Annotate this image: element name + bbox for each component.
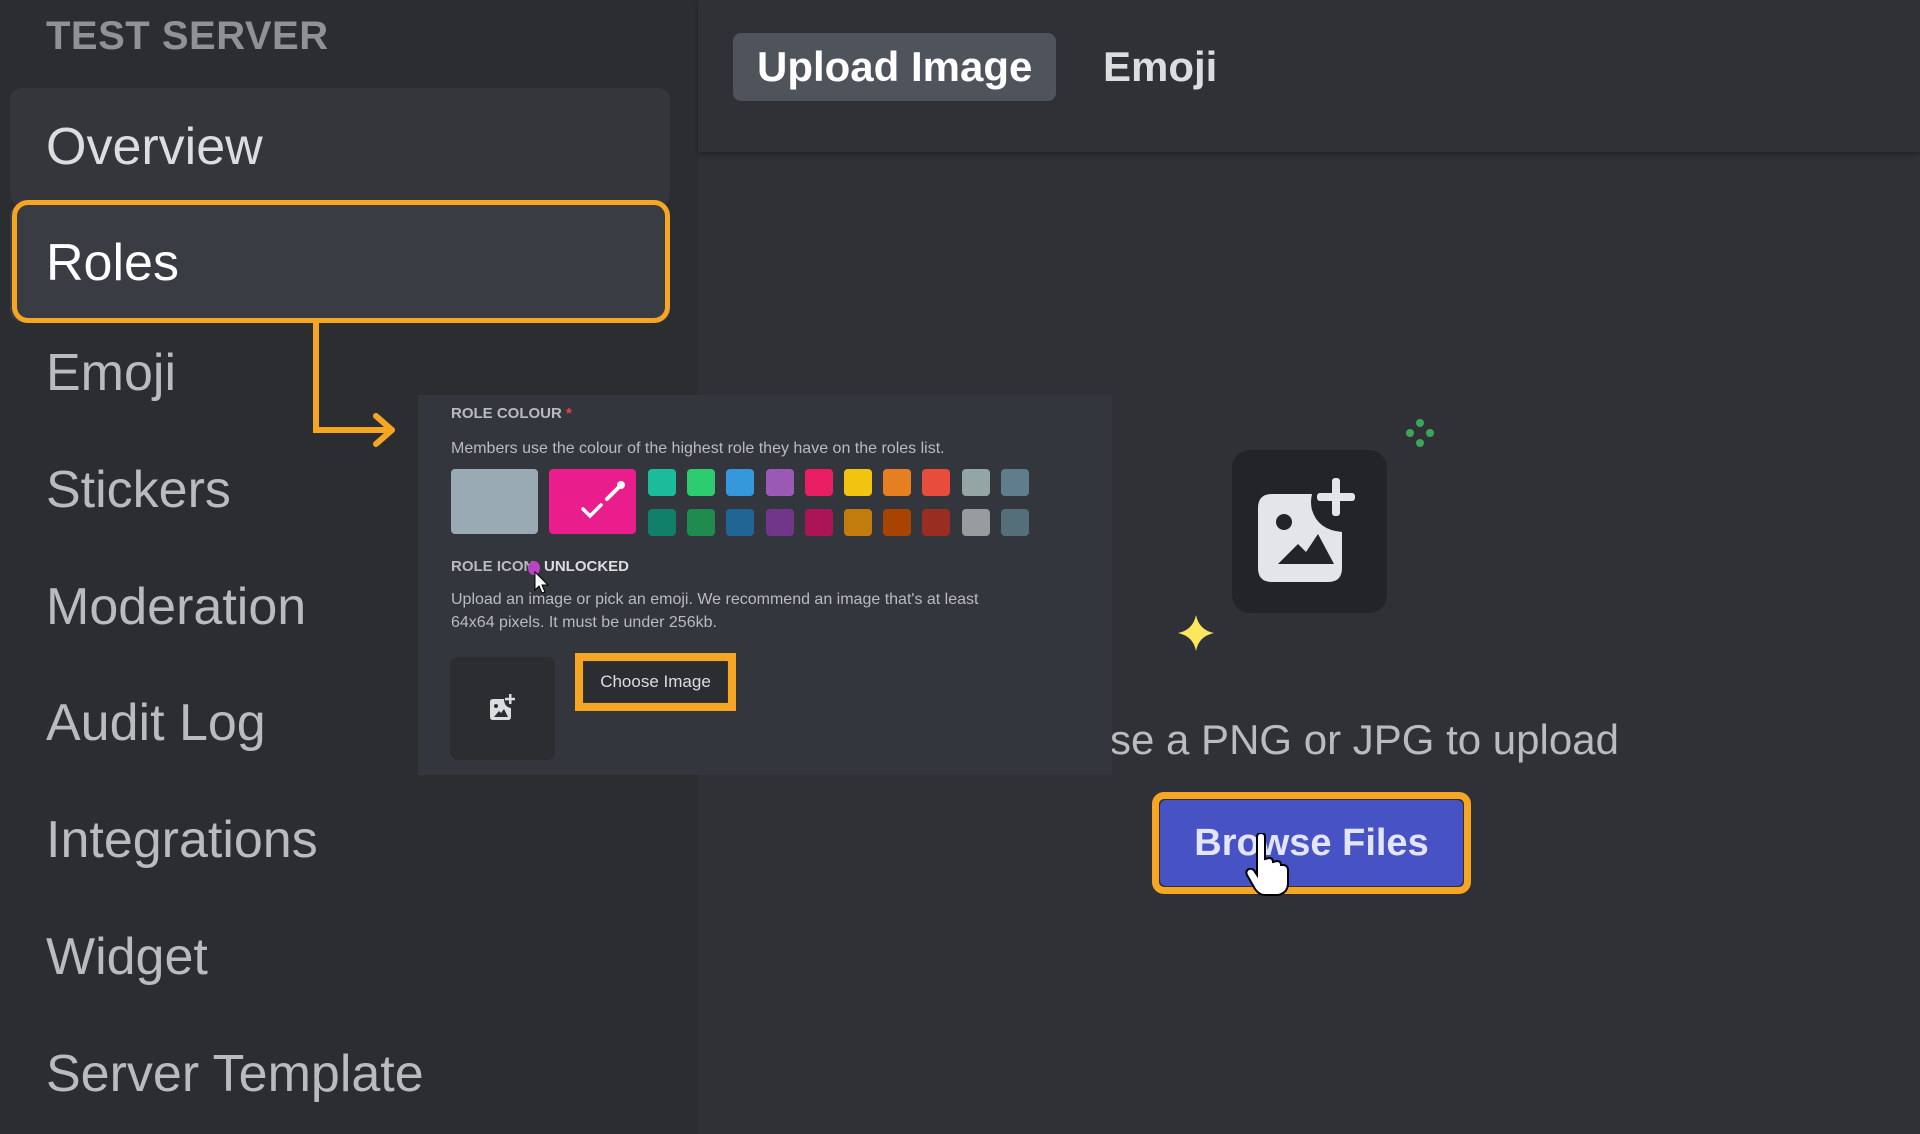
role-icon-description-line1: Upload an image or pick an emoji. We rec… [451, 591, 979, 608]
choose-image-button[interactable]: Choose Image [584, 662, 727, 702]
colour-swatch[interactable] [765, 469, 794, 496]
colour-swatch[interactable] [883, 509, 912, 536]
colour-swatch[interactable] [765, 509, 794, 536]
colour-swatch[interactable] [726, 509, 755, 536]
sidebar-item-server-template[interactable]: Server Template [10, 1015, 670, 1133]
colour-swatch[interactable] [922, 469, 951, 496]
custom-colour-swatch[interactable] [549, 469, 636, 534]
green-sparkle-icon [1406, 419, 1434, 447]
role-icon-description-line2: 64x64 pixels. It must be under 256kb. [451, 614, 717, 631]
upload-image-placeholder[interactable] [1232, 450, 1387, 613]
tab-upload-image[interactable]: Upload Image [733, 33, 1057, 101]
role-colour-description: Members use the colour of the highest ro… [451, 440, 945, 457]
colour-swatch[interactable] [804, 509, 833, 536]
sidebar-item-overview[interactable]: Overview [10, 88, 670, 206]
colour-swatch[interactable] [883, 469, 912, 496]
tab-bar: Upload Image Emoji [698, 0, 1920, 152]
role-settings-inset: ROLE COLOUR * Members use the colour of … [418, 395, 1112, 775]
checkmark-eyedropper-icon [581, 481, 625, 519]
colour-swatch[interactable] [1000, 469, 1029, 496]
colour-swatch[interactable] [961, 469, 990, 496]
colour-swatch[interactable] [726, 469, 755, 496]
image-add-icon [1258, 478, 1355, 582]
unlocked-badge: UNLOCKED [544, 558, 629, 575]
default-colour-swatch[interactable] [451, 469, 538, 534]
colour-swatch[interactable] [687, 509, 716, 536]
required-mark: * [566, 405, 572, 422]
role-colour-label: ROLE COLOUR * [451, 405, 572, 422]
colour-swatch[interactable] [961, 509, 990, 536]
colour-swatch[interactable] [648, 469, 676, 496]
colour-swatch[interactable] [804, 469, 833, 496]
role-icon-label: ROLE ICON [451, 558, 535, 575]
colour-swatch[interactable] [687, 469, 716, 496]
browse-files-button[interactable]: Browse Files [1160, 800, 1463, 886]
sidebar-item-roles[interactable]: Roles [10, 204, 670, 322]
server-name-header: TEST SERVER [46, 14, 329, 58]
colour-swatch[interactable] [844, 509, 872, 536]
hand-cursor-icon [1245, 833, 1289, 896]
colour-swatch[interactable] [844, 469, 872, 496]
sidebar-item-integrations[interactable]: Integrations [10, 781, 670, 899]
colour-swatch[interactable] [1000, 509, 1029, 536]
sidebar-item-widget[interactable]: Widget [10, 898, 670, 1016]
yellow-sparkle-icon [1178, 615, 1214, 651]
colour-swatch[interactable] [648, 509, 676, 536]
image-add-icon [490, 694, 515, 720]
tab-emoji[interactable]: Emoji [1079, 33, 1241, 101]
role-colour-label-text: ROLE COLOUR [451, 405, 562, 422]
upload-instructions: se a PNG or JPG to upload [1110, 716, 1619, 763]
colour-swatch[interactable] [922, 509, 951, 536]
role-icon-upload-box[interactable] [450, 657, 555, 760]
